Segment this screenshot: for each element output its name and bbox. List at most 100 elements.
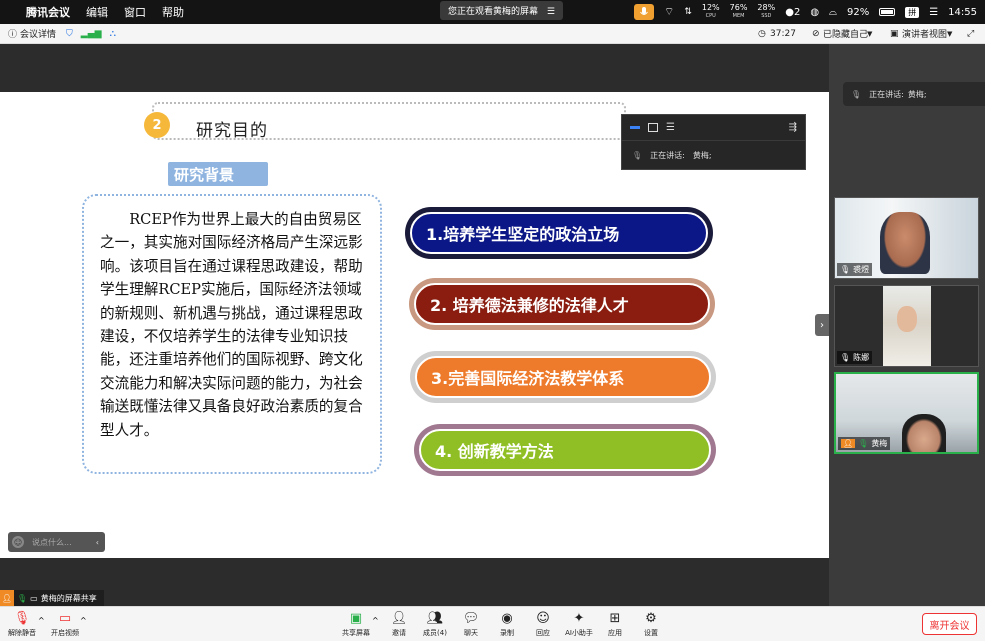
ai-assistant-icon: ✦	[573, 610, 585, 626]
reactions-button[interactable]: ☺ 回应	[525, 610, 561, 638]
invite-icon: 👤︎	[390, 610, 408, 626]
input-method-icon[interactable]: 拼	[905, 6, 920, 18]
info-icon[interactable]: ⓘ	[8, 27, 17, 40]
mic-status-icon[interactable]	[633, 4, 654, 20]
speaking-label: 正在讲话:	[869, 89, 904, 99]
members-button[interactable]: 👥︎ 成员(4)	[417, 610, 453, 638]
participant-name: 黄梅	[871, 439, 888, 448]
viewing-notice-text: 您正在观看黄梅的屏幕	[448, 7, 539, 17]
start-video-button[interactable]: ▭ 开启视频	[47, 610, 83, 638]
speaker-name: 黄梅;	[692, 150, 712, 160]
mic-muted-icon: 🎙︎	[13, 610, 31, 626]
speaker-name: 黄梅;	[907, 89, 927, 99]
chevron-up-icon[interactable]: ^	[372, 616, 379, 625]
participant-video-active[interactable]: 👤︎ 🎙︎ 黄梅	[834, 372, 979, 454]
user-icon: 👤︎	[841, 439, 856, 448]
meeting-controls: 🎙︎ 解除静音 ^ ▭ 开启视频 ^ ▣ 共享屏幕 ^ 👤︎ 邀请 👥︎ 成员(…	[0, 606, 985, 641]
mic-icon: 🎙︎	[851, 89, 862, 99]
share-screen-icon: ▣	[349, 610, 363, 626]
record-button[interactable]: ◉ 录制	[489, 610, 525, 638]
chat-button[interactable]: 💬︎ 聊天	[453, 610, 489, 638]
notification-icon[interactable]: ●2	[785, 7, 800, 18]
goal-label: 4. 创新教学方法	[435, 442, 554, 461]
chat-label: 聊天	[464, 629, 478, 637]
unmute-label: 解除静音	[8, 629, 36, 637]
goal-label: 2. 培养德法兼修的法律人才	[430, 296, 629, 315]
fullscreen-icon[interactable]: ⤢	[967, 29, 974, 39]
apps-button[interactable]: ⊞ 应用	[597, 610, 633, 638]
menu-icon[interactable]: ☰	[547, 7, 555, 17]
floating-panel[interactable]: ☰ ⇶ 🎙︎ 正在讲话: 黄梅;	[621, 114, 806, 170]
signal-icon[interactable]: ▂▄▆	[81, 29, 102, 39]
view-mode-button[interactable]: 演讲者视图	[902, 27, 947, 40]
headphones-icon[interactable]: ⌓	[829, 7, 837, 18]
speaker-view-icon[interactable]: ▣	[890, 29, 899, 39]
record-label: 录制	[500, 629, 514, 637]
chevron-down-icon[interactable]: ▼	[947, 30, 952, 38]
share-screen-button[interactable]: ▣ 共享屏幕	[338, 610, 374, 638]
goal-pill-1: 1.培养学生坚定的政治立场	[405, 207, 713, 259]
settings-button[interactable]: ⚙︎ 设置	[633, 610, 669, 638]
meeting-duration: 37:27	[770, 28, 796, 39]
leave-meeting-button[interactable]: 离开会议	[922, 613, 977, 635]
members-icon: 👥︎	[426, 610, 444, 626]
ssd-stat[interactable]: 28% SSD	[757, 4, 775, 20]
goal-label: 3.完善国际经济法教学体系	[431, 369, 625, 388]
mic-icon: 🎙︎	[632, 150, 643, 160]
participant-name: 陈娜	[853, 353, 870, 362]
menu-app-name[interactable]: 腾讯会议	[26, 4, 70, 20]
share-screen-label: 共享屏幕	[342, 629, 370, 637]
invite-button[interactable]: 👤︎ 邀请	[381, 610, 417, 638]
collapse-sidebar-button[interactable]: ›	[815, 314, 829, 336]
reaction-icon: ☺	[536, 610, 550, 626]
meeting-info-button[interactable]: 会议详情	[20, 27, 56, 40]
window-icon[interactable]	[648, 123, 658, 132]
apps-label: 应用	[608, 629, 622, 637]
wifi-icon[interactable]: ⌔	[664, 5, 674, 19]
hide-self-button[interactable]: 已隐藏自己	[823, 27, 868, 40]
control-center-icon[interactable]: ☰	[929, 7, 938, 18]
expand-panel-icon[interactable]: ⇶	[789, 122, 797, 133]
members-label: 成员(4)	[423, 629, 447, 637]
chevron-down-icon[interactable]: ▼	[867, 30, 872, 38]
battery-percent[interactable]: 92%	[847, 7, 869, 18]
wechat-icon[interactable]: ◍	[810, 7, 819, 18]
mic-icon: 🎙︎	[17, 593, 28, 603]
goal-pill-3: 3.完善国际经济法教学体系	[410, 351, 716, 403]
battery-icon	[879, 8, 896, 16]
emoji-icon[interactable]: ☺	[12, 536, 24, 548]
participant-video[interactable]: 🎙︎ 陈娜	[834, 285, 979, 367]
comment-input[interactable]: 说点什么...	[32, 537, 96, 548]
participant-feed	[883, 286, 931, 366]
mic-active-icon: 🎙︎	[858, 439, 869, 448]
list-icon[interactable]: ☰	[666, 122, 675, 133]
ai-assistant-button[interactable]: ✦ AI小助手	[561, 610, 597, 638]
network-icon[interactable]: ⛬	[110, 29, 116, 39]
participant-name-tag: 🎙︎ 陈娜	[837, 351, 873, 364]
mem-stat[interactable]: 76% MEM	[730, 4, 748, 20]
minimize-icon[interactable]	[630, 126, 640, 129]
video-off-icon: ▭	[58, 610, 72, 626]
cpu-stat[interactable]: 12% CPU	[702, 4, 720, 20]
shield-icon[interactable]: ⛉	[66, 29, 73, 39]
comment-box[interactable]: ☺ 说点什么... ‹	[8, 532, 105, 552]
background-tag: 研究背景	[168, 162, 268, 186]
screen-share-label: 👤︎ 🎙︎ ▭ 黄梅的屏幕共享	[0, 590, 104, 606]
chevron-up-icon[interactable]: ^	[80, 616, 87, 625]
viewing-notice[interactable]: 您正在观看黄梅的屏幕 ☰	[440, 1, 563, 20]
clock[interactable]: 14:55	[948, 7, 977, 18]
participant-face	[880, 212, 930, 274]
menu-edit[interactable]: 编辑	[86, 4, 108, 20]
menu-help[interactable]: 帮助	[162, 4, 184, 20]
participant-video[interactable]: 🎙︎ 裘煜	[834, 197, 979, 279]
slide-title: 研究目的	[196, 121, 268, 141]
participant-name-tag: 🎙︎ 裘煜	[837, 263, 873, 276]
transfer-icon[interactable]: ⇅	[684, 7, 692, 17]
hide-self-icon[interactable]: ⊘	[812, 29, 820, 39]
collapse-icon[interactable]: ‹	[96, 538, 99, 547]
chevron-up-icon[interactable]: ^	[38, 616, 45, 625]
unmute-button[interactable]: 🎙︎ 解除静音	[4, 610, 40, 638]
notification-count: 2	[793, 6, 801, 18]
menu-window[interactable]: 窗口	[124, 4, 146, 20]
mic-muted-icon: 🎙︎	[840, 265, 851, 274]
